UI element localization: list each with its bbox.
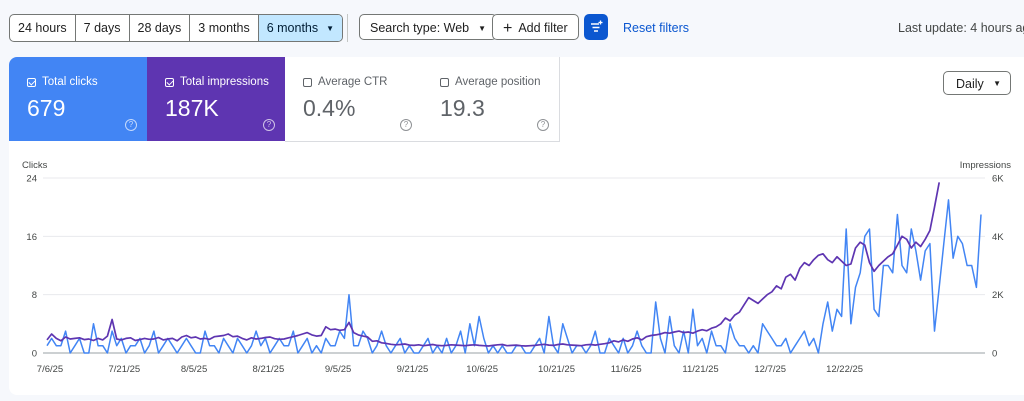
x-tick-label: 9/5/25 (325, 364, 351, 375)
range-28-days[interactable]: 28 days (130, 15, 191, 41)
x-tick-label: 8/5/25 (181, 364, 207, 375)
range-24-hours[interactable]: 24 hours (10, 15, 76, 41)
chevron-down-icon: ▼ (478, 24, 487, 33)
performance-chart: 0 0 8 2K 16 4K 24 6K Clicks Impressions 7/6/25 7/21… (22, 160, 1011, 375)
toolbar-divider (347, 14, 348, 42)
range-7-days[interactable]: 7 days (76, 15, 130, 41)
search-type-label: Search type: Web (370, 21, 470, 35)
x-tick-label: 8/21/25 (253, 364, 285, 375)
clicks-series-line (46, 199, 982, 354)
y-tick-left: 0 (32, 349, 37, 360)
y-tick-left: 8 (32, 290, 37, 301)
filter-settings-button[interactable] (584, 14, 608, 40)
y-axis-label-left: Clicks (22, 160, 48, 171)
y-axis-label-right: Impressions (960, 160, 1011, 171)
x-tick-label: 7/21/25 (108, 364, 140, 375)
toolbar: 24 hours 7 days 28 days 3 months 6 month… (0, 0, 1024, 56)
x-tick-label: 11/6/25 (611, 364, 642, 375)
range-6-months-label: 6 months (266, 21, 319, 35)
x-tick-label: 12/22/25 (826, 364, 863, 375)
x-tick-label: 10/6/25 (466, 364, 498, 375)
add-filter-label: Add filter (518, 21, 568, 35)
y-tick-right: 0 (992, 349, 997, 360)
y-tick-right: 4K (992, 232, 1004, 243)
search-type-dropdown[interactable]: Search type: Web ▼ (359, 14, 498, 40)
x-tick-label: 9/21/25 (397, 364, 429, 375)
y-tick-left: 24 (26, 174, 37, 185)
x-tick-label: 7/6/25 (37, 364, 63, 375)
last-update-text: Last update: 4 hours ago (898, 21, 1024, 35)
performance-card: Total clicks 679 ? Total impressions 187… (9, 57, 1024, 395)
x-tick-label: 10/21/25 (538, 364, 575, 375)
x-tick-label: 11/21/25 (682, 364, 718, 375)
plus-icon: + (503, 20, 513, 37)
x-tick-label: 12/7/25 (754, 364, 786, 375)
range-3-months[interactable]: 3 months (190, 15, 259, 41)
filter-icon (591, 20, 603, 32)
range-6-months[interactable]: 6 months ▼ (258, 15, 343, 41)
y-tick-right: 2K (992, 290, 1004, 301)
reset-filters-link[interactable]: Reset filters (623, 21, 689, 35)
y-tick-right: 6K (992, 174, 1004, 185)
date-range-selector: 24 hours 7 days 28 days 3 months 6 month… (9, 14, 344, 42)
chevron-down-icon: ▼ (326, 24, 335, 33)
impressions-series-line (46, 182, 941, 347)
add-filter-button[interactable]: + Add filter (492, 14, 579, 40)
y-tick-left: 16 (26, 232, 37, 243)
